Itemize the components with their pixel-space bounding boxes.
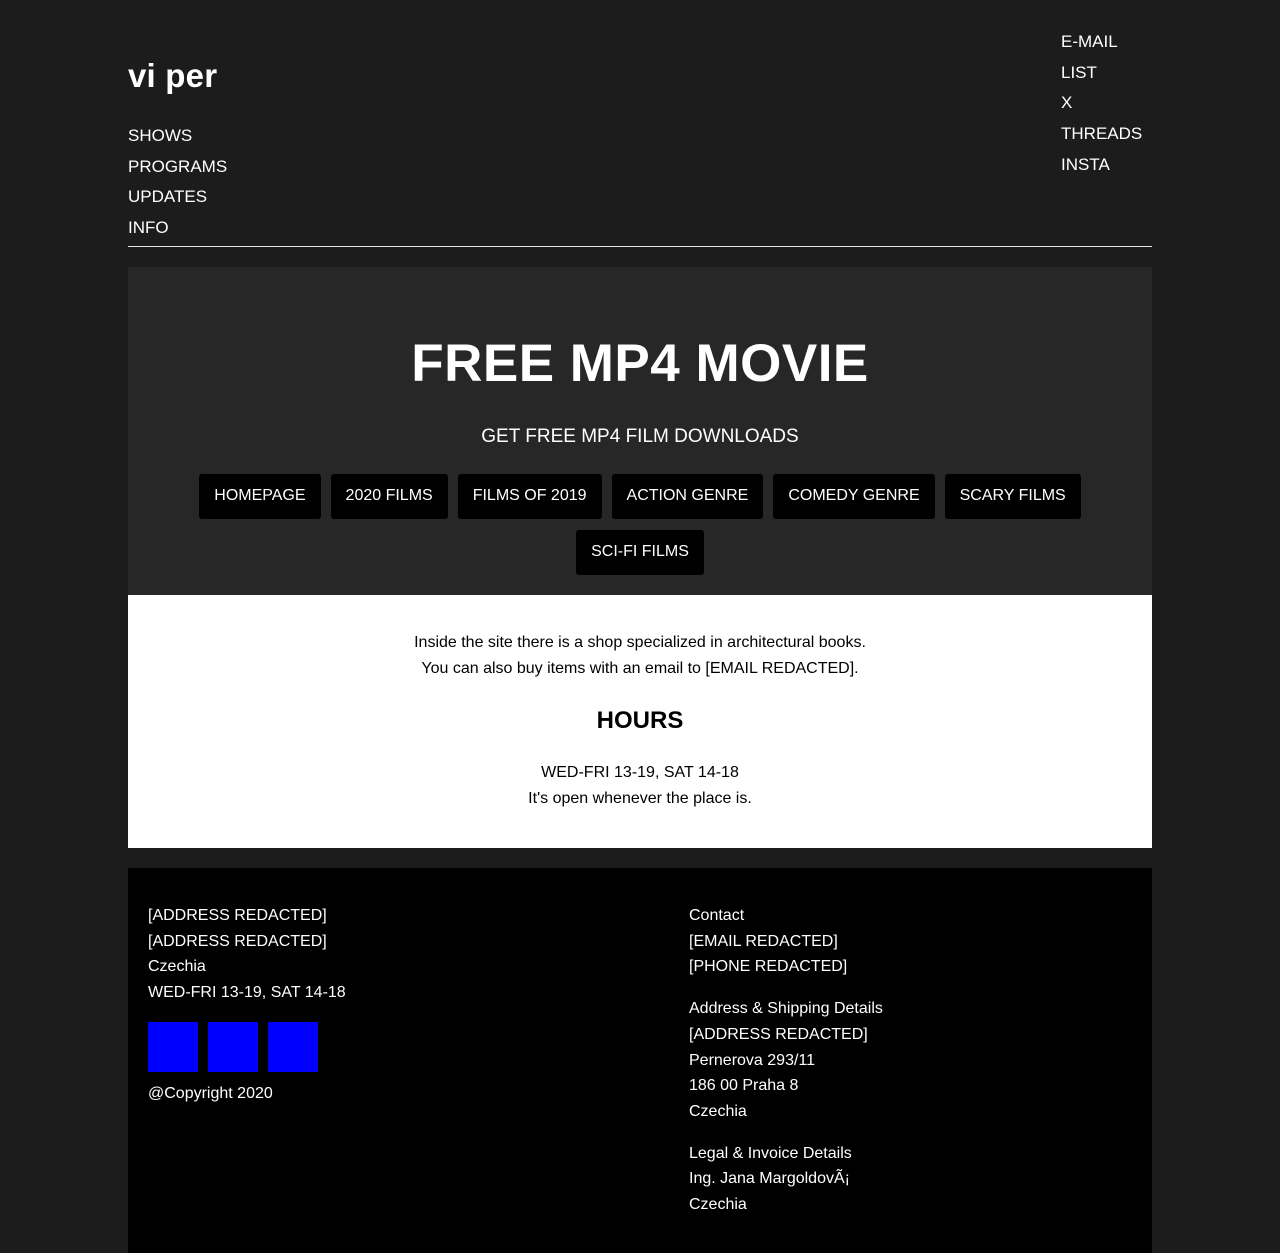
footer-right-column: Contact [EMAIL REDACTED] [PHONE REDACTED… xyxy=(689,903,883,1218)
films-of-2019-button[interactable]: FILMS OF 2019 xyxy=(457,474,602,519)
shipping-country: Czechia xyxy=(689,1102,747,1120)
footer-icon-row xyxy=(148,1021,346,1072)
hours-schedule: WED-FRI 13-19, SAT 14-18 xyxy=(541,764,739,781)
blue-square-icon[interactable] xyxy=(268,1021,318,1072)
contact-email[interactable]: [EMAIL REDACTED] xyxy=(689,929,883,955)
nav-item-info[interactable]: INFO xyxy=(128,213,227,244)
hero-subtitle: GET FREE MP4 FILM DOWNLOADS xyxy=(481,426,799,447)
social-link-threads[interactable]: THREADS xyxy=(1061,119,1152,150)
legal-heading: Legal & Invoice Details xyxy=(689,1144,852,1162)
shipping-address-block: Address & Shipping Details [ADDRESS REDA… xyxy=(689,996,883,1125)
nav-item-programs[interactable]: PROGRAMS xyxy=(128,152,227,183)
legal-name: Ing. Jana MargoldovÃ¡ xyxy=(689,1170,850,1188)
contact-block: Contact [EMAIL REDACTED] [PHONE REDACTED… xyxy=(689,903,883,980)
page: vi per SHOWS PROGRAMS UPDATES INFO E-MAI… xyxy=(0,0,1280,1253)
social-link-insta[interactable]: INSTA xyxy=(1061,150,1152,181)
footer-address-line: [ADDRESS REDACTED] xyxy=(148,932,327,950)
blue-square-icon[interactable] xyxy=(148,1021,198,1072)
site-footer: [ADDRESS REDACTED] [ADDRESS REDACTED] Cz… xyxy=(128,868,1152,1253)
hours-details: WED-FRI 13-19, SAT 14-18 It's open whene… xyxy=(128,760,1152,811)
site-logo[interactable]: vi per xyxy=(128,56,217,96)
blue-square-icon[interactable] xyxy=(208,1021,258,1072)
footer-hours: WED-FRI 13-19, SAT 14-18 xyxy=(148,984,346,1002)
shipping-address-line: [ADDRESS REDACTED] xyxy=(689,1025,868,1043)
scary-films-button[interactable]: SCARY FILMS xyxy=(944,474,1081,519)
sci-fi-films-button[interactable]: SCI-FI FILMS xyxy=(576,530,704,575)
film-category-nav: HOMEPAGE 2020 FILMS FILMS OF 2019 ACTION… xyxy=(188,474,1092,575)
shop-email-line: You can also buy items with an email to … xyxy=(421,659,859,677)
legal-invoice-block: Legal & Invoice Details Ing. Jana Margol… xyxy=(689,1141,883,1218)
action-genre-button[interactable]: ACTION GENRE xyxy=(611,474,764,519)
copyright-text: @Copyright 2020 xyxy=(148,1084,273,1102)
footer-left-column: [ADDRESS REDACTED] [ADDRESS REDACTED] Cz… xyxy=(148,903,346,1107)
shop-description: Inside the site there is a shop speciali… xyxy=(128,630,1152,681)
site-header: vi per SHOWS PROGRAMS UPDATES INFO E-MAI… xyxy=(128,0,1152,247)
2020-films-button[interactable]: 2020 FILMS xyxy=(330,474,448,519)
social-link-x[interactable]: X xyxy=(1061,88,1152,119)
nav-item-shows[interactable]: SHOWS xyxy=(128,121,227,152)
footer-address-line: [ADDRESS REDACTED] xyxy=(148,907,327,924)
footer-country: Czechia xyxy=(148,958,206,976)
hours-heading: HOURS xyxy=(596,707,684,734)
shipping-street: Pernerova 293/11 xyxy=(689,1051,816,1069)
shop-description-line: Inside the site there is a shop speciali… xyxy=(414,634,866,651)
hours-note: It's open whenever the place is. xyxy=(528,789,752,807)
shipping-postcode-city: 186 00 Praha 8 xyxy=(689,1077,799,1095)
homepage-button[interactable]: HOMEPAGE xyxy=(199,474,321,519)
nav-item-updates[interactable]: UPDATES xyxy=(128,182,227,213)
shipping-heading: Address & Shipping Details xyxy=(689,1000,883,1018)
contact-heading: Contact xyxy=(689,907,745,924)
comedy-genre-button[interactable]: COMEDY GENRE xyxy=(773,474,935,519)
hero-section: FREE MP4 MOVIE GET FREE MP4 FILM DOWNLOA… xyxy=(128,267,1152,595)
info-section: Inside the site there is a shop speciali… xyxy=(128,595,1152,848)
contact-phone[interactable]: [PHONE REDACTED] xyxy=(689,954,883,980)
social-nav: E-MAIL LIST X THREADS INSTA xyxy=(1061,27,1152,181)
main-nav: SHOWS PROGRAMS UPDATES INFO xyxy=(128,121,227,244)
hero-title: FREE MP4 MOVIE xyxy=(411,334,869,393)
social-link-email-list[interactable]: E-MAIL LIST xyxy=(1061,27,1152,88)
legal-country: Czechia xyxy=(689,1196,747,1214)
